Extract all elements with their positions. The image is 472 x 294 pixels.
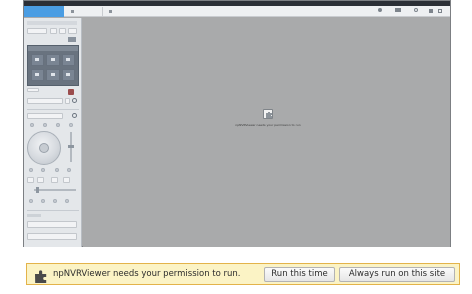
ptz-joystick-center[interactable] xyxy=(39,143,49,153)
ptz-option-icon[interactable] xyxy=(69,123,73,127)
sidebar-header xyxy=(27,21,77,25)
ptz-joystick[interactable] xyxy=(27,131,61,165)
hand-icon[interactable] xyxy=(68,89,74,95)
layout-btn-3[interactable] xyxy=(68,28,77,34)
channel-icon xyxy=(35,58,39,61)
app-window: npNVRViewer needs your permission to run xyxy=(23,0,451,247)
preset-icon[interactable] xyxy=(41,199,45,203)
preset-select[interactable] xyxy=(27,113,63,119)
tab-3[interactable] xyxy=(104,7,142,16)
ptz-option-icon[interactable] xyxy=(56,123,60,127)
monitor-icon xyxy=(395,8,401,12)
person-icon xyxy=(378,8,382,12)
search-icon[interactable] xyxy=(72,98,77,103)
channel-icon xyxy=(51,58,55,61)
preset-icon[interactable] xyxy=(53,199,57,203)
settings-icon xyxy=(414,8,418,12)
toolbar-item-3[interactable] xyxy=(408,7,424,16)
iris-open-icon[interactable] xyxy=(55,168,59,172)
tab-2[interactable] xyxy=(65,7,103,16)
sequence-icon[interactable] xyxy=(68,37,76,42)
nav-btn[interactable] xyxy=(27,88,39,92)
view-grid-header xyxy=(28,46,78,51)
section-label xyxy=(27,214,41,217)
iris-close-icon[interactable] xyxy=(67,168,71,172)
control-row xyxy=(27,168,79,174)
preset-dropdown[interactable] xyxy=(27,221,77,228)
control-row xyxy=(27,199,79,205)
toolbar-item-4[interactable] xyxy=(426,7,446,16)
divider xyxy=(27,210,79,211)
grid-icon xyxy=(429,9,433,13)
channel-icon xyxy=(35,73,39,76)
speed-slider-handle[interactable] xyxy=(36,187,39,193)
ptz-btn[interactable] xyxy=(63,177,70,183)
ptz-option-icon[interactable] xyxy=(30,123,34,127)
tour-dropdown[interactable] xyxy=(27,233,77,240)
run-this-time-label: Run this time xyxy=(271,269,328,279)
ptz-btn[interactable] xyxy=(27,177,34,183)
always-run-label: Always run on this site xyxy=(348,269,446,279)
channel-select[interactable] xyxy=(27,98,63,104)
search-icon[interactable] xyxy=(72,113,77,118)
divider xyxy=(27,109,79,110)
permission-message: npNVRViewer needs your permission to run… xyxy=(53,269,241,279)
speed-slider-track[interactable] xyxy=(34,189,76,191)
channel-icon xyxy=(66,73,70,76)
sidebar xyxy=(24,18,82,247)
ptz-option-icon[interactable] xyxy=(43,123,47,127)
home-icon xyxy=(71,10,74,13)
video-viewport[interactable]: npNVRViewer needs your permission to run xyxy=(83,18,450,247)
toolbar-item-1[interactable] xyxy=(372,7,388,16)
puzzle-plugin-icon xyxy=(34,268,48,287)
page-icon xyxy=(109,10,112,13)
always-run-button[interactable]: Always run on this site xyxy=(339,267,455,282)
focus-far-icon[interactable] xyxy=(41,168,45,172)
window-icon xyxy=(438,9,442,13)
tab-strip xyxy=(24,6,450,17)
channel-select-extra[interactable] xyxy=(65,98,70,104)
plugin-permission-bar: npNVRViewer needs your permission to run… xyxy=(26,263,460,285)
layout-btn-1[interactable] xyxy=(50,28,57,34)
tab-active[interactable] xyxy=(24,6,64,17)
layout-btn-2[interactable] xyxy=(59,28,66,34)
run-this-time-button[interactable]: Run this time xyxy=(264,267,335,282)
plugin-message: npNVRViewer needs your permission to run xyxy=(235,123,301,127)
focus-near-icon[interactable] xyxy=(29,168,33,172)
preset-icon[interactable] xyxy=(29,199,33,203)
plugin-placeholder[interactable]: npNVRViewer needs your permission to run xyxy=(223,101,313,135)
layout-select[interactable] xyxy=(27,28,47,34)
ptz-btn[interactable] xyxy=(37,177,44,183)
channel-icon xyxy=(66,58,70,61)
channel-icon xyxy=(51,73,55,76)
zoom-slider-handle[interactable] xyxy=(68,145,74,148)
puzzle-plugin-icon[interactable] xyxy=(263,109,273,119)
view-grid-panel xyxy=(27,45,79,86)
toolbar-item-2[interactable] xyxy=(390,7,406,16)
preset-icon[interactable] xyxy=(65,199,69,203)
ptz-btn[interactable] xyxy=(51,177,58,183)
control-row xyxy=(27,177,79,184)
